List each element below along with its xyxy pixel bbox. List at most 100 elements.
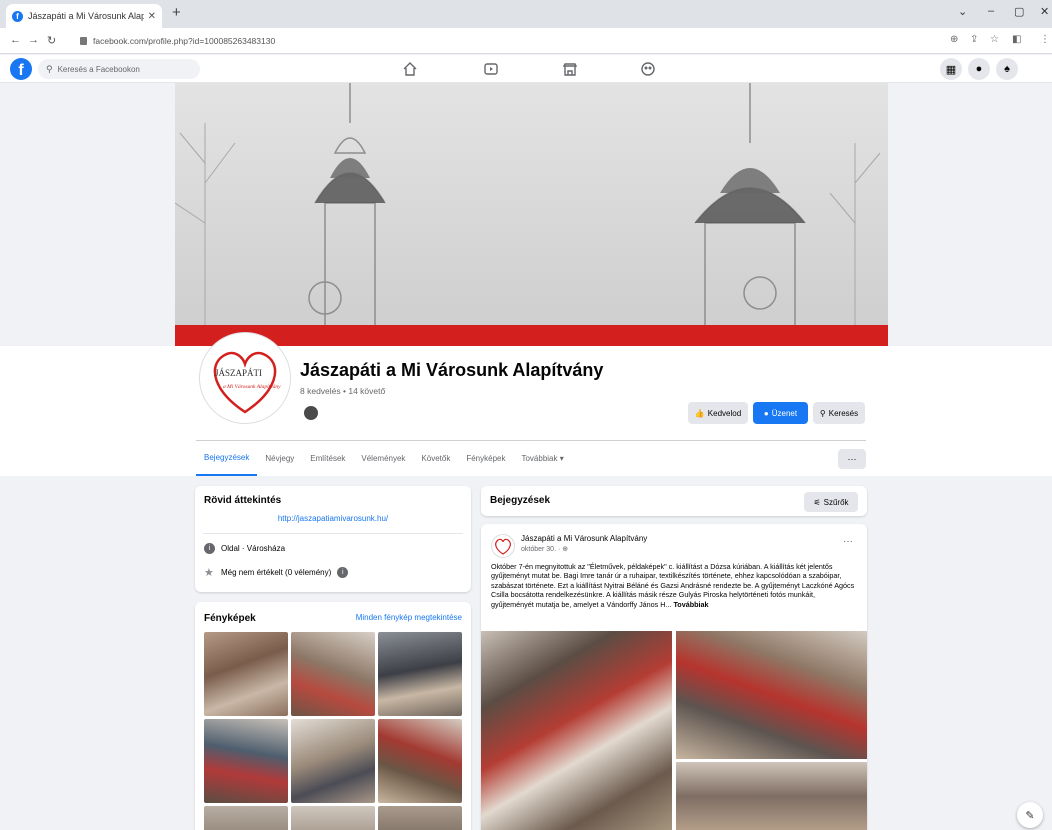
rating-text: Még nem értékelt (0 vélemény) [221, 568, 332, 577]
cover-red-band [175, 325, 888, 346]
intro-separator [203, 533, 463, 534]
page-search-label: Keresés [828, 408, 859, 418]
messenger-icon[interactable]: ● [968, 58, 990, 80]
browser-tab[interactable]: f Jászapáti a Mi Városunk Alapítv... ✕ [6, 4, 162, 28]
tab-about[interactable]: Névjegy [257, 441, 302, 476]
post-photo[interactable] [481, 631, 672, 830]
info-icon: i [204, 543, 215, 554]
notifications-bell-icon[interactable]: ♠ [996, 58, 1018, 80]
search-icon: ⚲ [819, 408, 826, 418]
lock-icon [80, 37, 87, 45]
intro-card: Rövid áttekintés http://jaszapatiamivaro… [195, 486, 471, 592]
post-date-text: október 30. · [521, 546, 563, 553]
facebook-logo-icon[interactable]: f [10, 58, 32, 80]
posts-header-card: Bejegyzések ⚟ Szűrők [481, 486, 867, 516]
photos-title: Fényképek [204, 613, 256, 624]
search-icon: ⚲ [46, 63, 53, 74]
like-button[interactable]: 👍 Kedvelod [688, 402, 748, 424]
url-field[interactable]: facebook.com/profile.php?id=100085263483… [80, 33, 940, 49]
groups-icon[interactable] [639, 60, 657, 78]
watch-icon[interactable] [482, 60, 500, 78]
browser-tab-title: Jászapáti a Mi Városunk Alapítv... [28, 11, 144, 21]
post-date[interactable]: október 30. · ⊕ [521, 545, 568, 553]
profile-tabs: Bejegyzések Névjegy Említések Vélemények… [196, 441, 572, 476]
address-bar-row: ← → ↻ facebook.com/profile.php?id=100085… [0, 28, 1052, 54]
menu-grid-icon[interactable]: ▦ [940, 58, 962, 80]
facebook-favicon-icon: f [12, 10, 23, 22]
new-tab-icon[interactable]: + [172, 4, 181, 21]
browser-menu-icon[interactable]: ⋮ [1040, 34, 1050, 45]
page-type-row: i Oldal · Városháza [204, 543, 285, 554]
post-photo[interactable] [676, 631, 867, 759]
intro-title: Rövid áttekintés [204, 495, 282, 506]
message-button-label: Üzenet [771, 408, 798, 418]
more-options-button[interactable]: ··· [838, 449, 866, 469]
page-stats[interactable]: 8 kedvelés • 14 követő [300, 386, 385, 396]
filter-button-label: Szűrők [823, 497, 849, 507]
tab-posts[interactable]: Bejegyzések [196, 441, 258, 476]
post-author-name[interactable]: Jászapáti a Mi Városunk Alapítvány [521, 534, 647, 543]
forward-icon[interactable]: → [28, 34, 39, 46]
posts-title: Bejegyzések [490, 495, 551, 506]
photo-thumbnail[interactable] [291, 719, 375, 803]
photo-thumbnail[interactable] [378, 806, 462, 830]
post-photo[interactable] [676, 762, 867, 830]
post-body: Október 7-én megnyitottuk az "Életművek,… [491, 562, 859, 609]
message-button[interactable]: ● Üzenet [753, 402, 808, 424]
new-message-icon[interactable]: ✎ [1017, 802, 1043, 828]
photo-thumbnail[interactable] [204, 632, 288, 716]
photo-thumbnail[interactable] [378, 719, 462, 803]
see-more-link[interactable]: Továbbiak [673, 600, 708, 609]
facebook-search-input[interactable]: ⚲ Keresés a Facebookon [38, 59, 200, 79]
photo-thumbnail[interactable] [291, 806, 375, 830]
tab-photos[interactable]: Fényképek [458, 441, 513, 476]
like-button-label: Kedvelod [707, 408, 742, 418]
facebook-header: f ⚲ Keresés a Facebookon ▦ ● ♠ [0, 55, 1052, 83]
side-panel-icon[interactable]: ◧ [1012, 34, 1021, 45]
reload-icon[interactable]: ↻ [47, 34, 56, 47]
follower-avatar[interactable] [302, 404, 320, 422]
home-icon[interactable] [401, 60, 419, 78]
tab-close-icon[interactable]: ✕ [148, 11, 156, 22]
bookmark-star-icon[interactable]: ☆ [990, 34, 999, 45]
logo-text-top: JÁSZAPÁTI [215, 368, 262, 378]
page-title: Jászapáti a Mi Városunk Alapítvány [300, 360, 604, 380]
photo-thumbnail[interactable] [204, 719, 288, 803]
tab-followers[interactable]: Követők [413, 441, 458, 476]
post-options-icon[interactable]: ··· [843, 536, 853, 547]
photo-thumbnail[interactable] [291, 632, 375, 716]
page-type-text: Oldal · Városháza [221, 544, 286, 553]
tab-search-icon[interactable]: ⌄ [958, 5, 967, 18]
close-window-icon[interactable]: ✕ [1040, 5, 1049, 18]
photos-card: Fényképek Minden fénykép megtekintése [195, 602, 471, 830]
cover-photo[interactable] [175, 83, 888, 325]
browser-tab-bar: f Jászapáti a Mi Városunk Alapítv... ✕ +… [0, 0, 1052, 28]
minimize-icon[interactable]: – [988, 5, 994, 17]
page-search-button[interactable]: ⚲ Keresés [813, 402, 865, 424]
back-icon[interactable]: ← [10, 34, 21, 46]
info-icon[interactable]: i [337, 567, 349, 578]
website-link[interactable]: http://jaszapatiamivarosunk.hu/ [195, 514, 471, 523]
see-all-photos-link[interactable]: Minden fénykép megtekintése [356, 613, 462, 622]
share-icon[interactable]: ⇪ [970, 34, 978, 45]
logo-text-bottom: a Mi Városunk Alapítvány [223, 384, 281, 390]
zoom-icon[interactable]: ⊕ [950, 34, 958, 45]
profile-avatar[interactable]: JÁSZAPÁTI a Mi Városunk Alapítvány [200, 333, 290, 423]
search-placeholder: Keresés a Facebookon [57, 64, 140, 74]
foundation-logo: JÁSZAPÁTI a Mi Városunk Alapítvány [213, 351, 281, 414]
filter-icon: ⚟ [813, 497, 821, 507]
rating-row: ★ Még nem értékelt (0 vélemény) i [204, 566, 349, 579]
cover-towers-illustration [175, 83, 881, 325]
url-text: facebook.com/profile.php?id=100085263483… [93, 36, 276, 46]
tab-more[interactable]: Továbbiak ▾ [513, 441, 571, 476]
messenger-bubble-icon: ● [763, 408, 769, 418]
photo-thumbnail[interactable] [204, 806, 288, 830]
tab-mentions[interactable]: Említések [302, 441, 353, 476]
post-author-avatar[interactable] [491, 534, 515, 558]
post-card: Jászapáti a Mi Városunk Alapítvány októb… [481, 524, 867, 830]
tab-reviews[interactable]: Vélemények [353, 441, 413, 476]
maximize-icon[interactable]: ▢ [1014, 5, 1024, 18]
photo-thumbnail[interactable] [378, 632, 462, 716]
marketplace-icon[interactable] [561, 60, 579, 78]
filter-button[interactable]: ⚟ Szűrők [804, 492, 858, 512]
